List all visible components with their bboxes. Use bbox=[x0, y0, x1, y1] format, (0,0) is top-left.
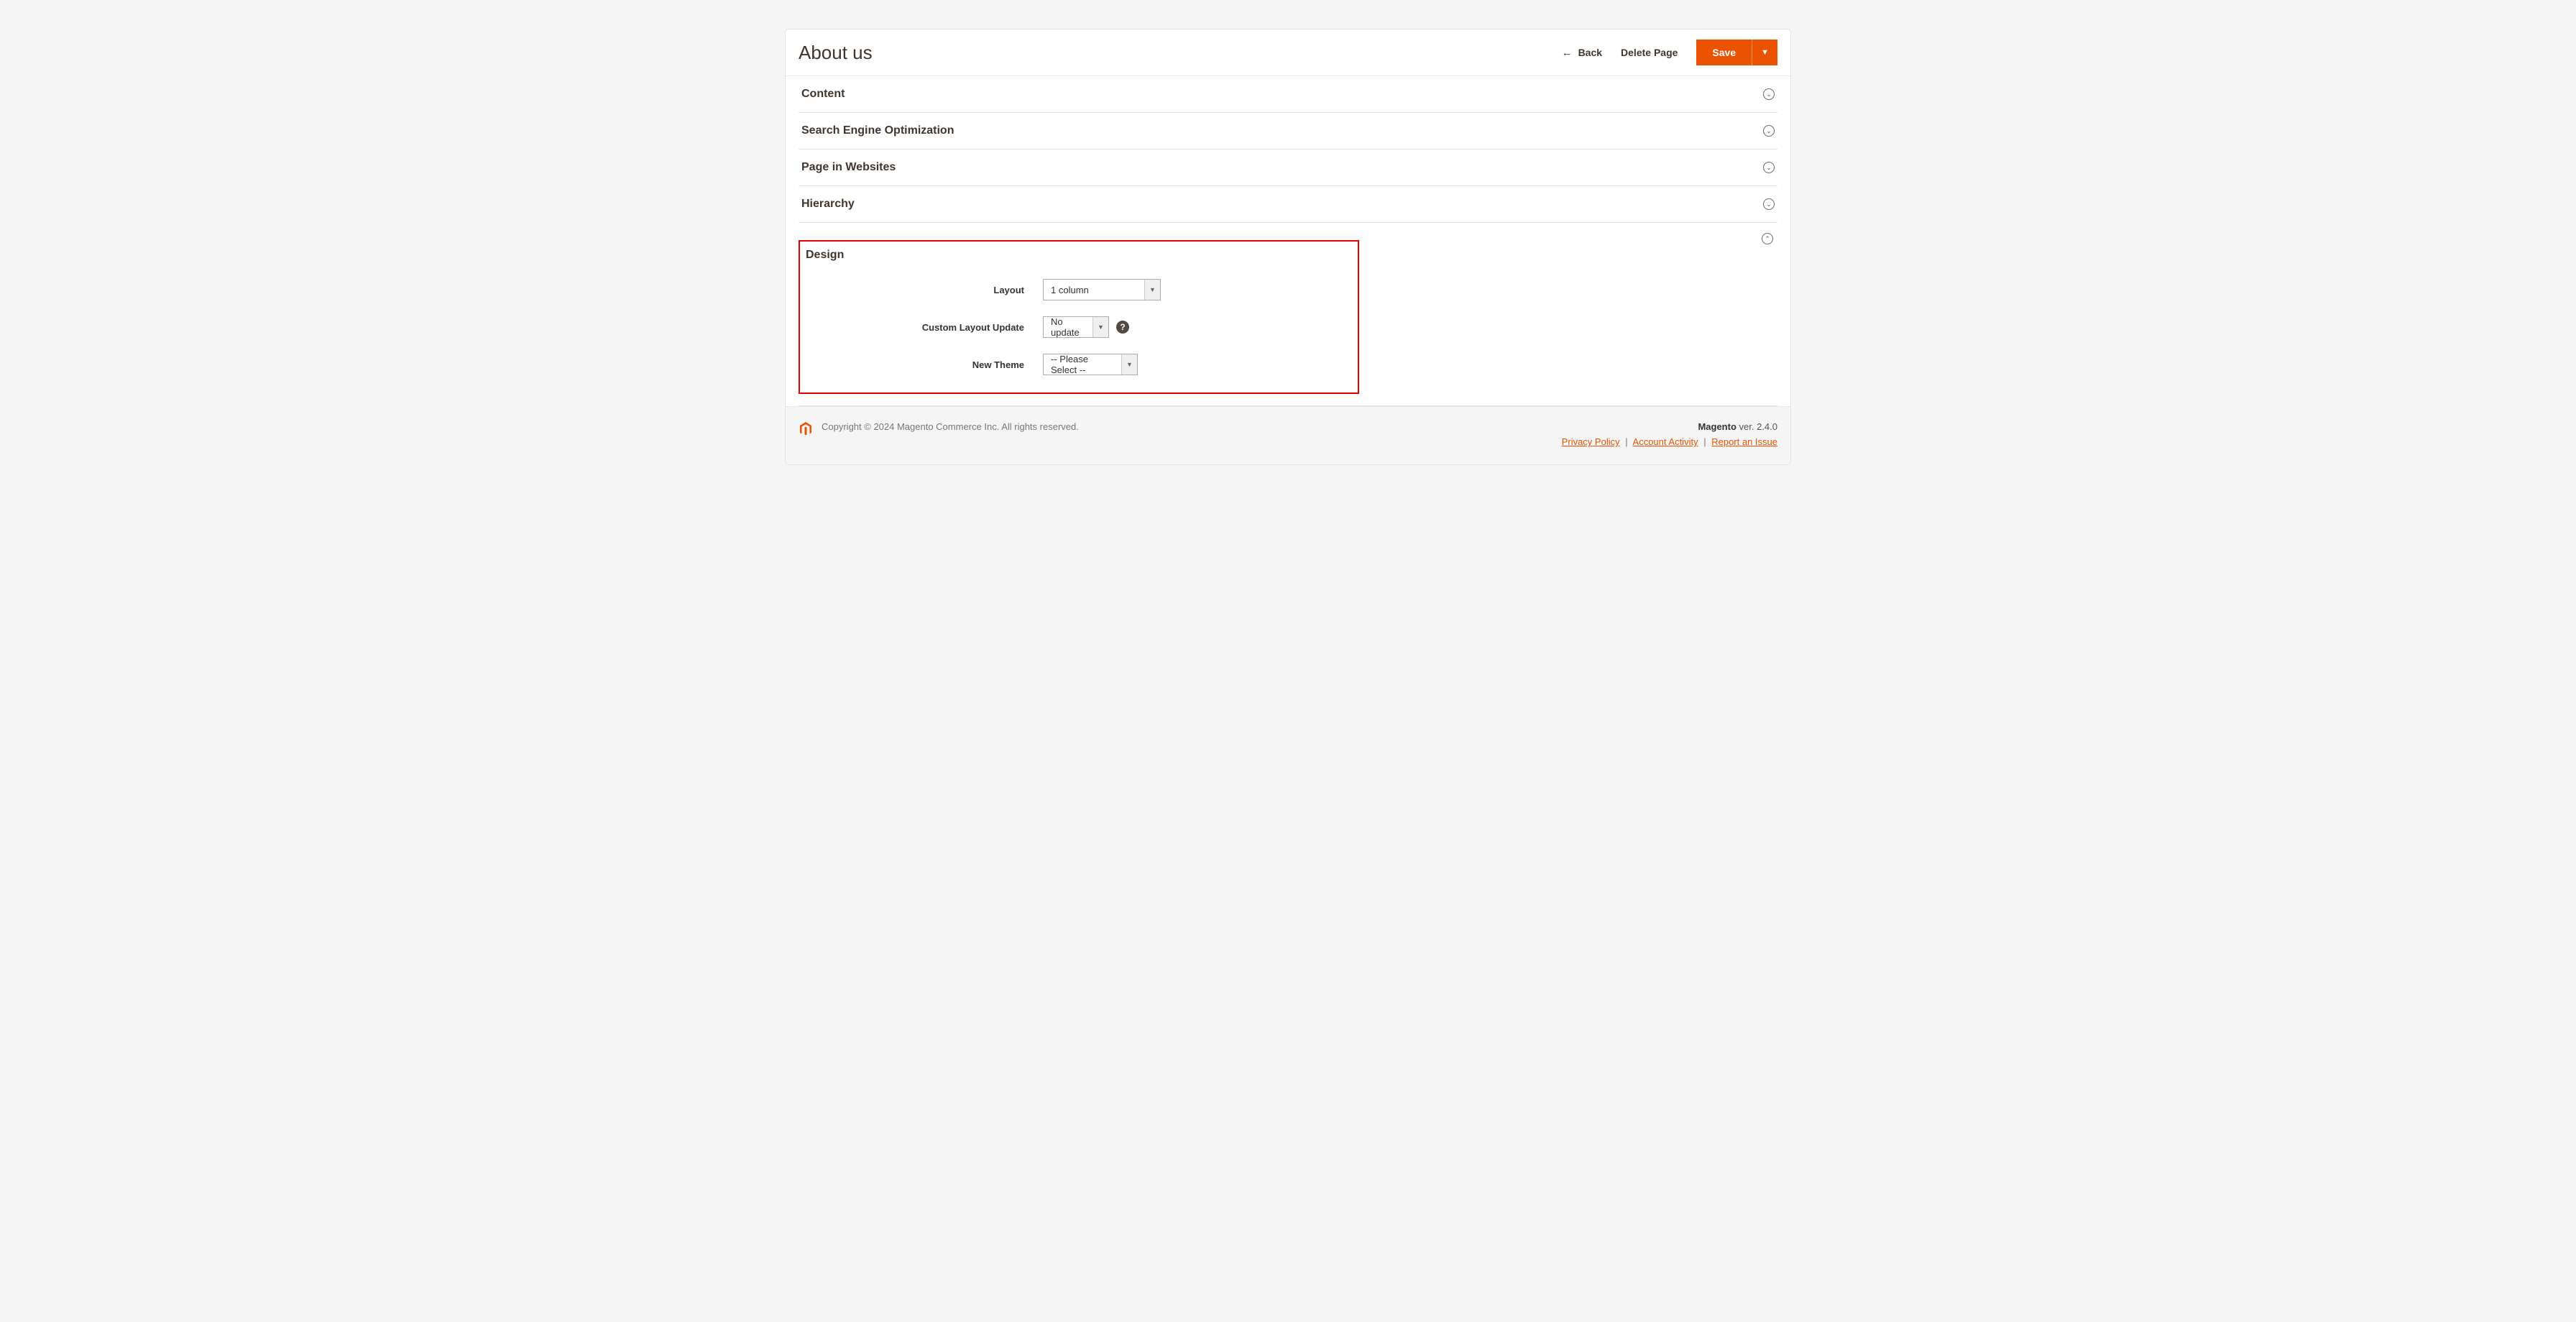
new-theme-label: New Theme bbox=[806, 359, 1043, 370]
footer-copyright: Copyright © 2024 Magento Commerce Inc. A… bbox=[822, 421, 1553, 432]
delete-page-button[interactable]: Delete Page bbox=[1621, 47, 1678, 58]
page-title: About us bbox=[799, 42, 1562, 64]
back-button[interactable]: ← Back bbox=[1562, 47, 1602, 58]
section-design-title: Design bbox=[806, 249, 844, 262]
chevron-down-icon: ⌄ bbox=[1763, 162, 1775, 173]
field-new-theme: New Theme -- Please Select -- ▼ bbox=[806, 354, 1352, 375]
section-websites-title: Page in Websites bbox=[801, 161, 896, 174]
custom-layout-value: No update bbox=[1044, 317, 1092, 337]
page-footer: Copyright © 2024 Magento Commerce Inc. A… bbox=[786, 406, 1790, 464]
privacy-policy-link[interactable]: Privacy Policy bbox=[1562, 436, 1620, 447]
magento-logo-icon bbox=[799, 422, 813, 436]
chevron-down-icon: ⌄ bbox=[1763, 88, 1775, 100]
back-label: Back bbox=[1578, 47, 1602, 58]
page-header: About us ← Back Delete Page Save ▼ bbox=[786, 29, 1790, 76]
separator: | bbox=[1625, 436, 1627, 447]
custom-layout-label: Custom Layout Update bbox=[806, 322, 1043, 333]
section-seo[interactable]: Search Engine Optimization ⌄ bbox=[799, 113, 1777, 150]
chevron-down-icon: ▼ bbox=[1121, 354, 1137, 375]
footer-brand: Magento bbox=[1698, 421, 1736, 432]
layout-value: 1 column bbox=[1044, 280, 1144, 300]
header-actions: ← Back Delete Page Save ▼ bbox=[1562, 40, 1777, 65]
design-highlight-box: Design Layout 1 column ▼ Custom Layout U… bbox=[799, 240, 1359, 394]
account-activity-link[interactable]: Account Activity bbox=[1633, 436, 1698, 447]
chevron-down-icon: ▼ bbox=[1092, 317, 1108, 337]
sections-area: Content ⌄ Search Engine Optimization ⌄ P… bbox=[786, 76, 1790, 406]
custom-layout-select[interactable]: No update ▼ bbox=[1043, 316, 1109, 338]
separator: | bbox=[1703, 436, 1706, 447]
footer-links: Privacy Policy | Account Activity | Repo… bbox=[1562, 436, 1777, 447]
design-toggle-col: ⌃ bbox=[1359, 230, 1777, 244]
help-icon[interactable]: ? bbox=[1116, 321, 1129, 334]
page-container: About us ← Back Delete Page Save ▼ Conte… bbox=[785, 29, 1791, 465]
report-issue-link[interactable]: Report an Issue bbox=[1711, 436, 1777, 447]
chevron-down-icon: ⌄ bbox=[1763, 125, 1775, 137]
section-seo-title: Search Engine Optimization bbox=[801, 124, 954, 137]
field-custom-layout: Custom Layout Update No update ▼ ? bbox=[806, 316, 1352, 338]
section-hierarchy[interactable]: Hierarchy ⌄ bbox=[799, 186, 1777, 223]
new-theme-value: -- Please Select -- bbox=[1044, 354, 1121, 375]
chevron-down-icon: ⌄ bbox=[1763, 198, 1775, 210]
section-content-title: Content bbox=[801, 88, 845, 101]
new-theme-select[interactable]: -- Please Select -- ▼ bbox=[1043, 354, 1138, 375]
footer-version: ver. 2.4.0 bbox=[1736, 421, 1777, 432]
arrow-left-icon: ← bbox=[1562, 47, 1573, 58]
save-button[interactable]: Save bbox=[1696, 40, 1752, 65]
save-button-group: Save ▼ bbox=[1696, 40, 1777, 65]
section-design-header[interactable]: Design bbox=[806, 246, 1352, 279]
section-websites[interactable]: Page in Websites ⌄ bbox=[799, 150, 1777, 186]
footer-right: Magento ver. 2.4.0 Privacy Policy | Acco… bbox=[1562, 421, 1777, 447]
section-design: Design Layout 1 column ▼ Custom Layout U… bbox=[799, 230, 1777, 406]
chevron-down-icon: ▼ bbox=[1144, 280, 1160, 300]
field-layout: Layout 1 column ▼ bbox=[806, 279, 1352, 300]
chevron-up-icon[interactable]: ⌃ bbox=[1762, 233, 1773, 244]
save-dropdown-toggle[interactable]: ▼ bbox=[1752, 40, 1777, 65]
layout-select[interactable]: 1 column ▼ bbox=[1043, 279, 1161, 300]
layout-label: Layout bbox=[806, 285, 1043, 295]
section-content[interactable]: Content ⌄ bbox=[799, 76, 1777, 113]
section-hierarchy-title: Hierarchy bbox=[801, 198, 855, 211]
